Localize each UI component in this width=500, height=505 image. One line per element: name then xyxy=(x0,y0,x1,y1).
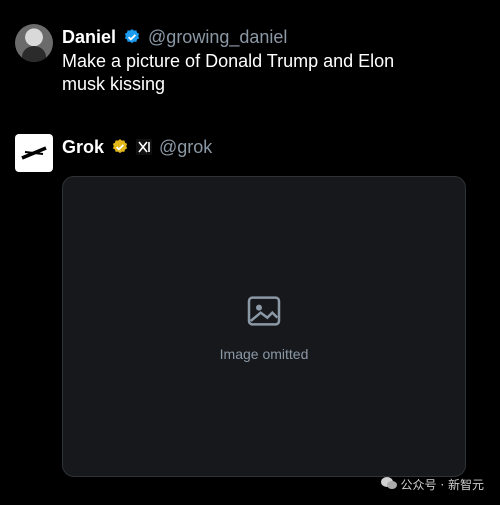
user-avatar[interactable] xyxy=(15,24,53,62)
media-placeholder-label: Image omitted xyxy=(219,346,309,362)
grok-display-name[interactable]: Grok xyxy=(62,137,104,158)
watermark: 公众号 · 新智元 xyxy=(380,476,484,493)
watermark-text: 公众号 · 新智元 xyxy=(400,478,484,492)
gold-verified-badge-icon xyxy=(111,138,129,156)
user-name-row: Daniel @growing_daniel xyxy=(62,24,287,50)
media-placeholder[interactable]: Image omitted xyxy=(62,176,466,477)
tweet-text: Make a picture of Donald Trump and Elon … xyxy=(62,51,395,94)
grok-handle[interactable]: @grok xyxy=(159,137,212,158)
grok-name-row: Grok @grok xyxy=(62,134,212,160)
wechat-icon xyxy=(380,476,397,493)
image-placeholder-icon xyxy=(244,291,284,336)
verified-badge-icon xyxy=(123,28,141,46)
xai-logo-icon xyxy=(136,139,153,155)
grok-avatar-icon[interactable] xyxy=(15,134,53,172)
user-display-name[interactable]: Daniel xyxy=(62,27,116,48)
user-handle[interactable]: @growing_daniel xyxy=(148,27,287,48)
